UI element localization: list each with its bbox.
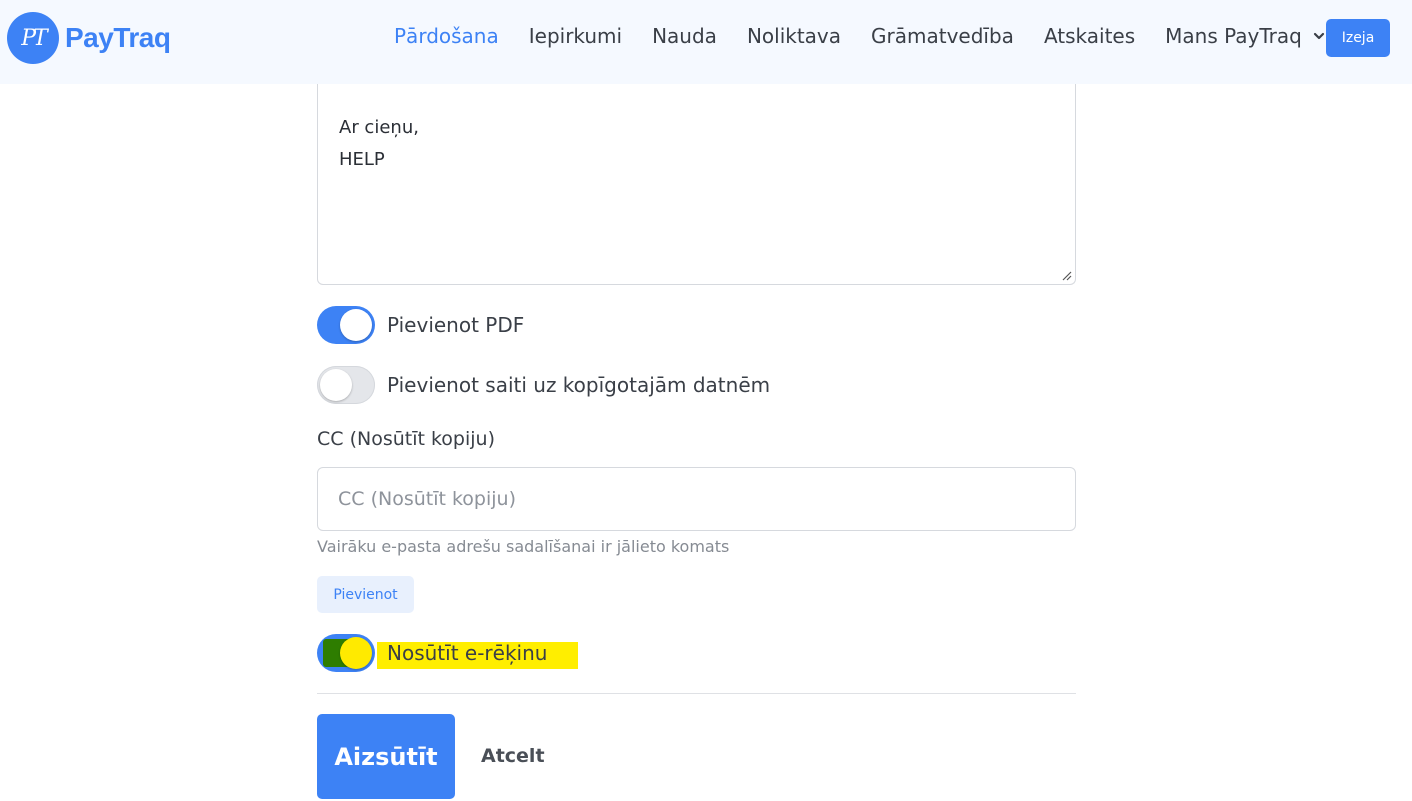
toggle-knob [340,637,372,669]
nav-item-my-paytraq[interactable]: Mans PayTraq [1165,24,1326,48]
divider [317,693,1076,694]
attach-pdf-row: Pievienot PDF [317,306,524,344]
add-cc-button[interactable]: Pievienot [317,576,414,613]
send-button[interactable]: Aizsūtīt [317,714,455,799]
toggle-knob [340,309,372,341]
top-navigation-bar: PT PayTraq Pārdošana Iepirkumi Nauda Nol… [0,0,1412,84]
attach-pdf-toggle[interactable] [317,306,375,344]
cc-label: CC (Nosūtīt kopiju) [317,428,496,450]
cancel-link[interactable]: Atcelt [481,745,545,767]
e-invoice-label: Nosūtīt e-rēķinu [387,641,548,665]
nav-item-my-paytraq-label: Mans PayTraq [1165,24,1302,48]
logo-text: PayTraq [65,22,171,53]
nav-item-accounting[interactable]: Grāmatvedība [871,24,1014,48]
shared-link-toggle[interactable] [317,366,375,404]
nav-item-sales[interactable]: Pārdošana [394,24,499,48]
toggle-knob [320,369,352,401]
logo-mark-icon: PT [7,12,59,64]
resize-handle-icon[interactable] [1062,271,1072,281]
message-textarea[interactable]: Ar cieņu, HELP [317,60,1076,285]
cc-input[interactable] [317,467,1076,531]
shared-link-row: Pievienot saiti uz kopīgotajām datnēm [317,366,770,404]
chevron-down-icon [1313,32,1324,40]
e-invoice-row: Nosūtīt e-rēķinu [317,634,547,672]
paytraq-logo[interactable]: PT PayTraq [7,12,171,64]
nav-item-warehouse[interactable]: Noliktava [747,24,841,48]
nav-item-purchases[interactable]: Iepirkumi [529,24,622,48]
logout-button[interactable]: Izeja [1326,19,1390,57]
logo-mark-text: PT [21,25,48,51]
nav-item-money[interactable]: Nauda [652,24,717,48]
main-menu: Pārdošana Iepirkumi Nauda Noliktava Grām… [394,24,1326,48]
shared-link-label: Pievienot saiti uz kopīgotajām datnēm [387,373,771,397]
attach-pdf-label: Pievienot PDF [387,313,525,337]
e-invoice-toggle[interactable] [317,634,375,672]
cc-help-text: Vairāku e-pasta adrešu sadalīšanai ir jā… [317,537,730,556]
email-send-form: Ar cieņu, HELP Pievienot PDF Pievienot s… [317,0,1076,801]
nav-item-reports[interactable]: Atskaites [1044,24,1135,48]
